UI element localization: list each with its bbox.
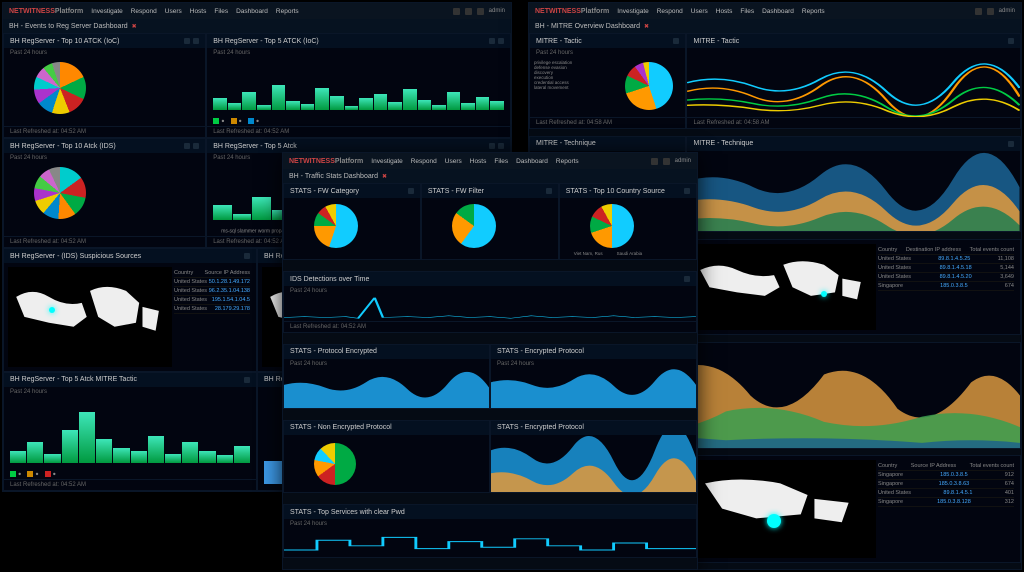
panel-top-services-clear-pwd: STATS - Top Services with clear Pwd Past…	[283, 504, 697, 558]
panel-protocol-encrypted: STATS - Protocol Encrypted Past 24 hours	[283, 344, 490, 410]
footer: Last Refreshed at: 04:52 AM	[4, 126, 205, 137]
titlebar: NETWITNESSPlatform InvestigateRespondUse…	[283, 153, 697, 169]
expand-icon[interactable]	[489, 143, 495, 149]
pie-chart	[590, 204, 634, 248]
menu-icon[interactable]	[498, 143, 504, 149]
footer: Last Refreshed at: 04:52 AM	[4, 479, 256, 490]
menu-hosts[interactable]: Hosts	[190, 8, 207, 15]
dashboard-title: BH - Events to Reg Server Dashboard	[9, 23, 128, 30]
window-actions: admin	[453, 8, 505, 15]
map-table: CountryDestination IP addressTotal event…	[876, 244, 1016, 330]
main-menu[interactable]: InvestigateRespondUsersHostsFilesDashboa…	[617, 8, 824, 15]
line-chart	[687, 48, 1020, 117]
map-table: CountrySource IP AddressTotal events cou…	[876, 460, 1016, 557]
world-map: CountrySource IP Address United States50…	[8, 267, 252, 367]
panel-ids-suspicious-sources: BH RegServer - (IDS) Suspicious Sources …	[3, 248, 257, 372]
line-chart	[284, 296, 696, 321]
panel-mitre-map1: CountryDestination IP addressTotal event…	[686, 239, 1021, 335]
main-menu[interactable]: InvestigateRespondUsersHostsFilesDashboa…	[371, 158, 578, 165]
area-chart	[687, 151, 1020, 231]
dashboard-tab-bar: BH - Events to Reg Server Dashboard ✖	[3, 19, 511, 33]
pie-chart	[314, 443, 356, 485]
menu-users[interactable]: Users	[165, 8, 182, 15]
panel-mitre-technique-area: MITRE - Technique	[686, 136, 1021, 232]
panel-top10-country-source: STATS - Top 10 Country Source Viet Nam, …	[559, 183, 697, 260]
menu-reports[interactable]: Reports	[276, 8, 299, 15]
panel-top5-mitre-tactic: BH RegServer - Top 5 Atck MITRE Tactic P…	[3, 372, 257, 491]
dashboard-title: BH - Traffic Stats Dashboard	[289, 173, 378, 180]
settings-icon[interactable]	[465, 8, 472, 15]
legend: ●●●	[4, 469, 256, 479]
panel-non-encrypted-protocol: STATS - Non Encrypted Protocol	[283, 420, 490, 493]
expand-icon[interactable]	[184, 38, 190, 44]
panel-title: BH RegServer - Top 10 ATCK (IoC)	[10, 38, 119, 45]
panel-title: BH RegServer - Top 5 Atck MITRE Tactic	[10, 376, 137, 383]
pie-chart	[452, 204, 496, 248]
close-icon[interactable]: ✖	[644, 23, 649, 30]
close-icon[interactable]: ✖	[132, 23, 137, 30]
footer: Last Refreshed at: 04:52 AM	[4, 236, 205, 247]
panel-mitre-tactic-lines: MITRE - Tactic Last Refreshed at: 04:58 …	[686, 33, 1021, 129]
expand-icon[interactable]	[244, 377, 250, 383]
subtitle: Past 24 hours	[4, 153, 205, 163]
area-chart	[491, 435, 696, 492]
subtitle: Past 24 hours	[4, 48, 205, 58]
pie-chart	[314, 204, 358, 248]
map-legend: CountrySource IP Address United States50…	[172, 267, 252, 367]
menu-icon[interactable]	[193, 38, 199, 44]
panel-encrypted-protocol: STATS - Encrypted Protocol Past 24 hours	[490, 344, 697, 410]
step-chart	[284, 529, 696, 557]
notif-icon[interactable]	[453, 8, 460, 15]
panel-fw-category: STATS - FW Category	[283, 183, 421, 260]
world-map	[691, 244, 876, 330]
panel-title: BH RegServer - Top 5 Atck	[213, 143, 297, 150]
panel-title: BH RegServer - (IDS) Suspicious Sources	[10, 253, 141, 260]
menu-icon[interactable]	[498, 38, 504, 44]
panel-encrypted-protocol-2: STATS - Encrypted Protocol	[490, 420, 697, 493]
titlebar: NETWITNESSPlatform Investigate Respond U…	[3, 3, 511, 19]
panel-fw-filter: STATS - FW Filter	[421, 183, 559, 260]
user-menu[interactable]: admin	[489, 8, 505, 14]
window-traffic-stats-dashboard[interactable]: NETWITNESSPlatform InvestigateRespondUse…	[282, 152, 698, 570]
menu-files[interactable]: Files	[214, 8, 228, 15]
panel-top10-atck-ids: BH RegServer - Top 10 Atck (IDS) Past 24…	[3, 138, 206, 248]
footer: Last Refreshed at: 04:52 AM	[207, 126, 510, 137]
panel-top5-atck-ioc: BH RegServer - Top 5 ATCK (IoC) Past 24 …	[206, 33, 511, 138]
main-menu[interactable]: Investigate Respond Users Hosts Files Da…	[91, 8, 298, 15]
legend: ●●●	[207, 116, 510, 126]
help-icon[interactable]	[477, 8, 484, 15]
expand-icon[interactable]	[244, 253, 250, 259]
bar-chart	[213, 64, 504, 110]
subtitle: Past 24 hours	[207, 48, 510, 58]
pie-chart	[625, 62, 673, 110]
titlebar: NETWITNESSPlatform InvestigateRespondUse…	[529, 3, 1021, 19]
pie-chart	[34, 167, 86, 219]
pie-chart	[34, 62, 86, 114]
menu-icon[interactable]	[193, 143, 199, 149]
menu-respond[interactable]: Respond	[131, 8, 157, 15]
brand: NETWITNESSPlatform	[9, 8, 83, 15]
panel-title: BH RegServer - Top 10 Atck (IDS)	[10, 143, 116, 150]
dashboard-title: BH - MITRE Overview Dashboard	[535, 23, 640, 30]
menu-investigate[interactable]: Investigate	[91, 8, 122, 15]
menu-dashboard[interactable]: Dashboard	[236, 8, 268, 15]
panel-ids-detections-over-time: IDS Detections over Time Past 24 hours L…	[283, 271, 697, 333]
area-chart	[284, 369, 489, 409]
expand-icon[interactable]	[184, 143, 190, 149]
expand-icon[interactable]	[489, 38, 495, 44]
panel-top10-atck-ioc: BH RegServer - Top 10 ATCK (IoC) Past 24…	[3, 33, 206, 138]
bar-chart	[10, 403, 250, 463]
close-icon[interactable]: ✖	[382, 173, 387, 180]
area-chart	[491, 369, 696, 409]
panel-mitre-tactic-pie: MITRE - Tactic Past 24 hours privilege e…	[529, 33, 686, 129]
panel-title: BH RegServer - Top 5 ATCK (IoC)	[213, 38, 319, 45]
subtitle: Past 24 hours	[4, 387, 256, 397]
